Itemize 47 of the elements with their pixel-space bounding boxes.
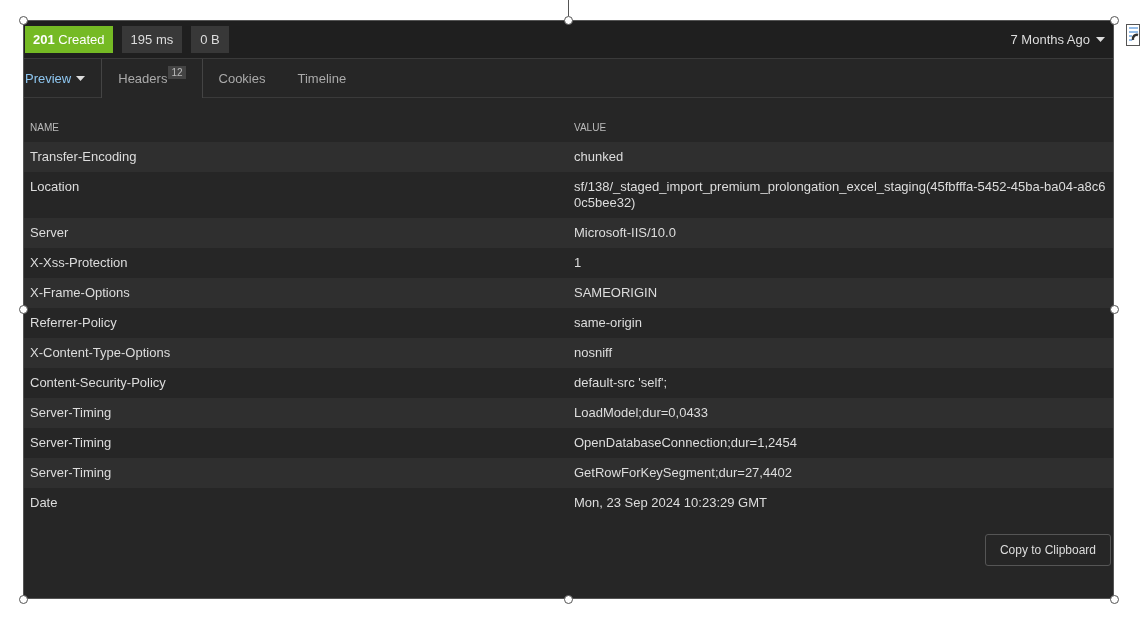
header-value: LoadModel;dur=0,0433 (568, 398, 1113, 428)
header-name: Location (24, 172, 568, 218)
header-name: Referrer-Policy (24, 308, 568, 338)
header-name: Server-Timing (24, 458, 568, 488)
resize-handle[interactable] (19, 595, 28, 604)
header-name: Transfer-Encoding (24, 142, 568, 172)
count-badge: 12 (168, 66, 186, 79)
header-value: nosniff (568, 338, 1113, 368)
resize-handle[interactable] (19, 16, 28, 25)
header-value: 1 (568, 248, 1113, 278)
tab[interactable]: Timeline (281, 59, 363, 97)
resize-handle[interactable] (1110, 305, 1119, 314)
header-value: default-src 'self'; (568, 368, 1113, 398)
column-header: NAME (24, 112, 568, 142)
header-value: Microsoft-IIS/10.0 (568, 218, 1113, 248)
tab[interactable]: Cookies (202, 59, 282, 97)
resize-handle[interactable] (1110, 16, 1119, 25)
header-value: chunked (568, 142, 1113, 172)
header-value: OpenDatabaseConnection;dur=1,2454 (568, 428, 1113, 458)
tab[interactable]: Headers 12 (101, 59, 203, 98)
header-value: Mon, 23 Sep 2024 10:23:29 GMT (568, 488, 1113, 518)
header-value: same-origin (568, 308, 1113, 338)
status-badge: 201 Created (25, 26, 113, 53)
size-badge: 0 B (191, 26, 229, 53)
header-value: GetRowForKeySegment;dur=27,4402 (568, 458, 1113, 488)
header-name: X-Frame-Options (24, 278, 568, 308)
header-name: Content-Security-Policy (24, 368, 568, 398)
rotate-handle-line[interactable] (568, 0, 569, 16)
copy-to-clipboard-button[interactable]: Copy to Clipboard (984, 534, 1111, 566)
header-name: Date (24, 488, 568, 518)
header-name: Server (24, 218, 568, 248)
history-dropdown[interactable]: 7 Months Ago (1006, 32, 1109, 47)
header-name: X-Content-Type-Options (24, 338, 568, 368)
caret-icon (1096, 37, 1105, 42)
header-name: Server-Timing (24, 398, 568, 428)
layout-options-icon[interactable] (1126, 24, 1140, 46)
resize-handle[interactable] (564, 16, 573, 25)
header-value: SAMEORIGIN (568, 278, 1113, 308)
time-badge: 195 ms (121, 26, 183, 53)
header-name: Server-Timing (24, 428, 568, 458)
header-name: X-Xss-Protection (24, 248, 568, 278)
tab[interactable]: Preview (24, 59, 102, 97)
resize-handle[interactable] (564, 595, 573, 604)
resize-handle[interactable] (19, 305, 28, 314)
header-value: sf/138/_staged_import_premium_prolongation_excel_staging(45fbfffa-5452-45ba-ba04-a8c60c5bee32) (568, 172, 1113, 218)
resize-handle[interactable] (1110, 595, 1119, 604)
column-header: VALUE (568, 112, 1113, 142)
